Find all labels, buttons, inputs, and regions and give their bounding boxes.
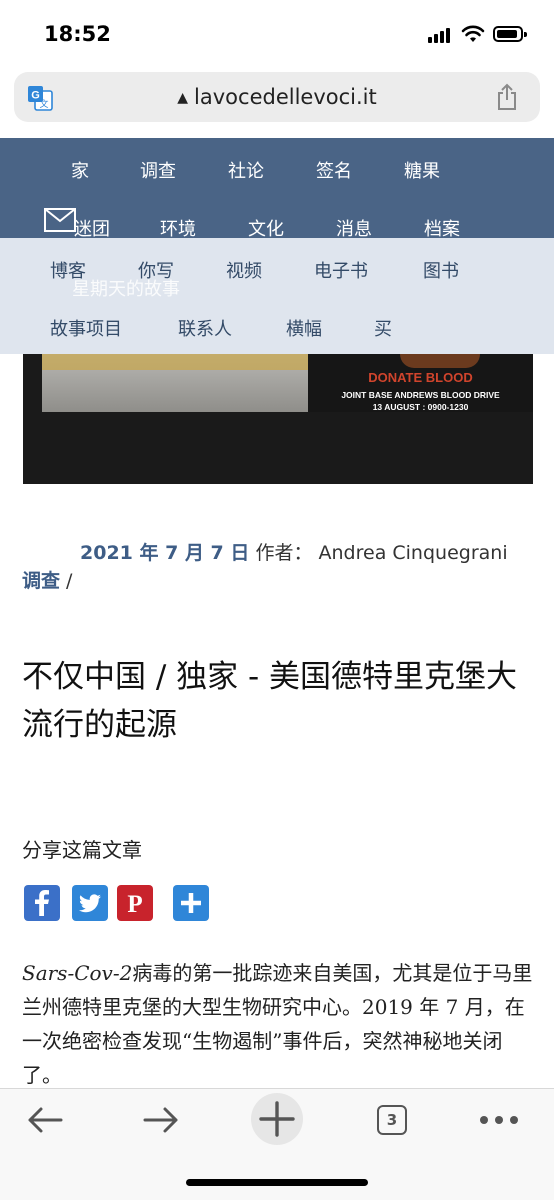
nav-item-sunday-stories[interactable]: 星期天的故事 — [72, 275, 180, 301]
svg-text:P: P — [127, 891, 142, 918]
tabs-icon: 3 — [377, 1105, 407, 1135]
share-icon[interactable] — [495, 83, 519, 111]
mail-icon[interactable] — [44, 208, 76, 232]
virus-name: Sars-Cov-2 — [22, 961, 133, 985]
nav-item-home[interactable]: 家 — [71, 157, 89, 183]
nav-item-environment[interactable]: 环境 — [160, 215, 196, 241]
nav-item-video[interactable]: 视频 — [226, 257, 262, 283]
blood-drop-graphic — [400, 354, 480, 368]
nav-item-archive[interactable]: 档案 — [424, 215, 460, 241]
forward-arrow-icon — [143, 1107, 178, 1133]
article-meta: 2021 年 7 月 7 日 作者： Andrea Cinquegrani — [80, 538, 508, 565]
nav-item-contacts[interactable]: 联系人 — [178, 315, 232, 341]
more-dots-icon — [480, 1116, 518, 1124]
cellular-signal-icon — [428, 27, 454, 43]
nav-item-candy[interactable]: 糖果 — [404, 157, 440, 183]
url-text: lavocedellevoci.it — [194, 85, 377, 109]
nav-item-buy[interactable]: 买 — [374, 315, 392, 341]
twitter-share-button[interactable] — [72, 885, 108, 921]
nav-item-banner[interactable]: 横幅 — [286, 315, 322, 341]
nav-item-ebook[interactable]: 电子书 — [314, 257, 368, 283]
nav-item-news[interactable]: 消息 — [336, 215, 372, 241]
pinterest-icon: P — [127, 891, 142, 918]
plus-circle-icon — [251, 1093, 303, 1145]
back-arrow-icon — [28, 1107, 63, 1133]
nav-item-culture[interactable]: 文化 — [248, 215, 284, 241]
pinterest-share-button[interactable]: P — [117, 885, 153, 921]
back-button[interactable] — [22, 1098, 68, 1142]
wifi-icon — [461, 25, 485, 42]
more-share-button[interactable] — [173, 885, 209, 921]
url-text-row[interactable]: ▲ lavocedellevoci.it — [0, 85, 554, 109]
banner-line-1: JOINT BASE ANDREWS BLOOD DRIVE — [341, 390, 500, 400]
share-label: 分享这篇文章 — [22, 838, 142, 862]
nav-item-books[interactable]: 图书 — [423, 257, 459, 283]
banner-headline: DONATE BLOOD — [368, 370, 473, 385]
facebook-share-button[interactable] — [24, 885, 60, 921]
twitter-icon — [79, 894, 101, 913]
category-separator: / — [60, 570, 73, 592]
home-indicator — [186, 1179, 368, 1186]
article-title: 不仅中国 / 独家 - 美国德特里克堡大流行的起源 — [22, 659, 518, 743]
battery-icon — [493, 26, 527, 42]
more-menu-button[interactable] — [476, 1098, 522, 1142]
facebook-icon — [35, 890, 49, 916]
nav-item-mystery[interactable]: 迷团 — [74, 215, 110, 241]
status-time: 18:52 — [44, 22, 111, 46]
warning-icon: ▲ — [177, 90, 189, 106]
article-body-paragraph: Sars-Cov-2病毒的第一批踪迹来自美国，尤其是位于马里兰州德特里克堡的大型… — [22, 956, 534, 1092]
article-author[interactable]: Andrea Cinquegrani — [319, 542, 508, 564]
nav-item-story-project[interactable]: 故事项目 — [50, 315, 122, 341]
forward-button[interactable] — [138, 1098, 184, 1142]
nav-item-signature[interactable]: 签名 — [316, 157, 352, 183]
banner-line-2: 13 AUGUST : 0900-1230 — [372, 402, 469, 412]
nav-item-editorial[interactable]: 社论 — [228, 157, 264, 183]
tabs-button[interactable]: 3 — [372, 1098, 412, 1142]
article-category-row: 调查 / — [22, 566, 72, 593]
image-road-edge — [42, 354, 308, 370]
tab-count: 3 — [386, 1111, 398, 1129]
plus-icon — [181, 893, 201, 913]
author-prefix: 作者： — [255, 542, 313, 564]
article-category-link[interactable]: 调查 — [22, 570, 60, 592]
nav-item-investigation[interactable]: 调查 — [140, 157, 176, 183]
article-date[interactable]: 2021 年 7 月 7 日 — [80, 542, 249, 564]
new-tab-button[interactable] — [250, 1092, 304, 1146]
